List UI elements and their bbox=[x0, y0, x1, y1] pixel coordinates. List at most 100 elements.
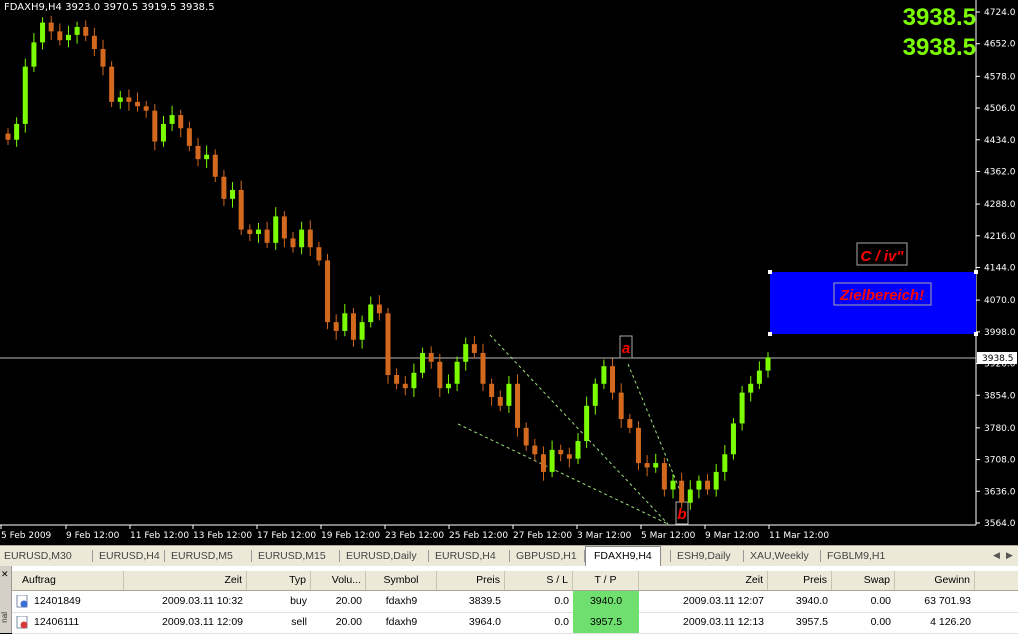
table-cell: fdaxh9 bbox=[385, 616, 418, 628]
candle-bear bbox=[247, 229, 253, 235]
candle-bear bbox=[705, 480, 711, 490]
candle-bull bbox=[687, 489, 693, 503]
column-header[interactable]: Gewinn bbox=[895, 571, 975, 590]
candle-bull bbox=[765, 357, 771, 371]
candle-bear bbox=[402, 383, 408, 389]
time-tick-label: 27 Feb 12:00 bbox=[513, 531, 572, 541]
column-header[interactable]: T / P bbox=[573, 571, 639, 590]
tab-scroll-right-icon[interactable]: ▶ bbox=[1006, 550, 1013, 561]
candle-bear bbox=[143, 106, 149, 111]
candle-bear bbox=[221, 176, 227, 199]
close-icon[interactable]: ✕ bbox=[1, 569, 9, 580]
candle-bear bbox=[471, 344, 477, 353]
column-header[interactable]: Preis bbox=[437, 571, 505, 590]
time-tick-label: 19 Feb 12:00 bbox=[321, 531, 380, 541]
candle-bear bbox=[48, 22, 54, 32]
table-cell: fdaxh9 bbox=[385, 595, 418, 607]
candle-bear bbox=[307, 229, 313, 248]
tab-gbpusd-h1[interactable]: GBPUSD,H1 bbox=[516, 548, 577, 564]
candle-bull bbox=[14, 123, 20, 140]
tab-eurusd-m15[interactable]: EURUSD,M15 bbox=[258, 548, 326, 564]
candle-bull bbox=[255, 229, 261, 235]
column-header[interactable]: Auftrag bbox=[12, 571, 124, 590]
tab-eurusd-h4[interactable]: EURUSD,H4 bbox=[435, 548, 496, 564]
price-tick-label: 4216.0 bbox=[984, 232, 1016, 242]
tab-esh9-daily[interactable]: ESH9,Daily bbox=[677, 548, 731, 564]
column-header[interactable]: Volu... bbox=[311, 571, 366, 590]
price-chart[interactable]: 4724.0 4652.0 4578.0 4506.0 4434.0 4362.0 4288… bbox=[0, 0, 1018, 545]
chart-canvas[interactable]: 4724.0 4652.0 4578.0 4506.0 4434.0 4362.0 4288… bbox=[0, 0, 1018, 545]
column-header[interactable]: Symbol bbox=[366, 571, 437, 590]
table-cell: 0.00 bbox=[870, 595, 891, 607]
candle-bull bbox=[40, 22, 46, 43]
price-tick-label: 3564.0 bbox=[984, 519, 1016, 529]
tab-eurusd-h4[interactable]: EURUSD,H4 bbox=[99, 548, 160, 564]
candle-bear bbox=[186, 128, 192, 146]
candle-bull bbox=[601, 366, 607, 384]
candle-bear bbox=[558, 449, 564, 455]
tab-xau-weekly[interactable]: XAU,Weekly bbox=[750, 548, 809, 564]
bid-price: 3938.5 bbox=[902, 4, 976, 31]
price-tick-label: 4288.0 bbox=[984, 200, 1016, 210]
candle-bull bbox=[722, 454, 728, 472]
column-header[interactable]: S / L bbox=[505, 571, 573, 590]
candle-bear bbox=[540, 454, 546, 472]
tab-fdaxh9-h4[interactable]: FDAXH9,H4 bbox=[585, 546, 661, 566]
tab-scroll-left-icon[interactable]: ◀ bbox=[993, 550, 1000, 561]
table-cell: 3940.0 bbox=[795, 595, 828, 607]
candle-bear bbox=[333, 322, 339, 331]
tab-fgblm9-h1[interactable]: FGBLM9,H1 bbox=[827, 548, 885, 564]
table-row[interactable]: 12401849 2009.03.11 10:32 buy 20.00 fdaxh9 38… bbox=[12, 591, 1018, 613]
table-cell: 63 701.93 bbox=[924, 595, 971, 607]
column-header[interactable]: Zeit bbox=[124, 571, 247, 590]
candle-bear bbox=[635, 427, 641, 464]
candle-bear bbox=[100, 49, 106, 67]
column-header[interactable]: Swap bbox=[832, 571, 895, 590]
candle-bull bbox=[584, 405, 590, 442]
time-tick-label: 17 Feb 12:00 bbox=[257, 531, 316, 541]
column-header[interactable]: Zeit bbox=[639, 571, 768, 590]
candle-bear bbox=[195, 145, 201, 160]
tab-separator bbox=[164, 550, 165, 562]
table-cell: 3940.0 bbox=[573, 591, 639, 612]
zone-handle[interactable] bbox=[768, 270, 772, 274]
candle-bull bbox=[575, 441, 581, 459]
candle-bear bbox=[480, 352, 486, 384]
zone-handle[interactable] bbox=[974, 270, 978, 274]
time-tick-label: 9 Feb 12:00 bbox=[66, 531, 120, 541]
terminal-side-label: nal bbox=[0, 612, 9, 623]
wave-b-label: b bbox=[677, 506, 686, 523]
price-tick-label: 4070.0 bbox=[984, 296, 1016, 306]
candle-bear bbox=[5, 133, 11, 140]
candle-bear bbox=[497, 397, 503, 406]
candle-bull bbox=[653, 463, 659, 468]
candle-bull bbox=[506, 383, 512, 406]
price-tick-label: 3636.0 bbox=[984, 487, 1016, 497]
tab-eurusd-m5[interactable]: EURUSD,M5 bbox=[171, 548, 233, 564]
candle-bull bbox=[549, 449, 555, 472]
candle-bull bbox=[713, 471, 719, 490]
candle-bear bbox=[385, 313, 391, 375]
zone-handle[interactable] bbox=[768, 332, 772, 336]
candle-bear bbox=[290, 238, 296, 248]
time-tick-label: 11 Mar 12:00 bbox=[769, 531, 829, 541]
zone-handle[interactable] bbox=[974, 332, 978, 336]
table-cell: 20.00 bbox=[335, 595, 362, 607]
price-tick-label: 3998.0 bbox=[984, 328, 1016, 338]
trendline-upper[interactable] bbox=[489, 334, 669, 525]
column-header[interactable]: Preis bbox=[768, 571, 832, 590]
price-tick-label: 3780.0 bbox=[984, 424, 1016, 434]
table-row[interactable]: 12406111 2009.03.11 12:09 sell 20.00 fdaxh9 3… bbox=[12, 612, 1018, 634]
column-header[interactable]: Typ bbox=[247, 571, 311, 590]
table-cell: 20.00 bbox=[335, 616, 362, 628]
candle-bull bbox=[117, 97, 123, 102]
candle-bear bbox=[152, 110, 158, 142]
candle-bull bbox=[74, 26, 80, 35]
candle-bull bbox=[160, 123, 166, 142]
zone-label: Zielbereich! bbox=[839, 287, 924, 304]
tab-eurusd-m30[interactable]: EURUSD,M30 bbox=[4, 548, 72, 564]
time-tick-label: 9 Mar 12:00 bbox=[705, 531, 760, 541]
tab-separator bbox=[670, 550, 671, 562]
candle-bull bbox=[65, 34, 71, 41]
tab-eurusd-daily[interactable]: EURUSD,Daily bbox=[346, 548, 417, 564]
